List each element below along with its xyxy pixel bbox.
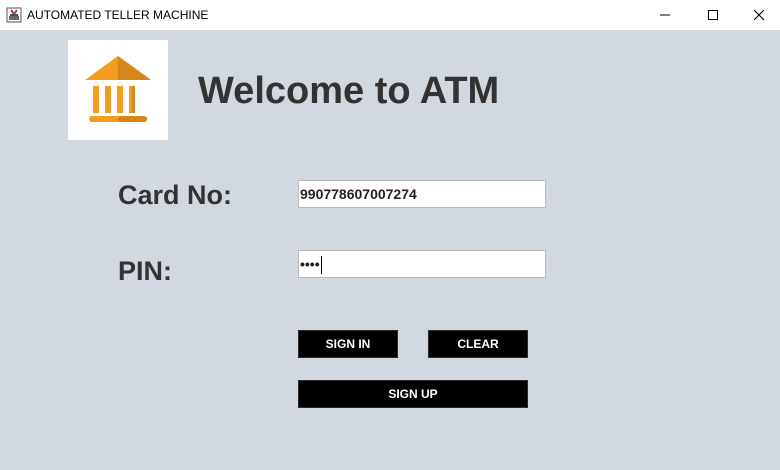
- sign-in-button[interactable]: SIGN IN: [298, 330, 398, 358]
- window-title: AUTOMATED TELLER MACHINE: [27, 8, 209, 22]
- maximize-icon: [708, 10, 718, 20]
- java-app-icon: [6, 7, 22, 23]
- title-bar: AUTOMATED TELLER MACHINE: [0, 0, 780, 30]
- card-number-input[interactable]: 990778607007274: [298, 180, 546, 208]
- minimize-icon: [660, 14, 670, 16]
- page-title: Welcome to ATM: [198, 70, 500, 112]
- pin-masked-value: ••••: [300, 256, 320, 272]
- maximize-button[interactable]: [690, 0, 736, 30]
- close-icon: [753, 9, 765, 21]
- minimize-button[interactable]: [642, 0, 688, 30]
- sign-up-button[interactable]: SIGN UP: [298, 380, 528, 408]
- text-caret: [320, 256, 322, 275]
- clear-button[interactable]: CLEAR: [428, 330, 528, 358]
- bank-icon: [85, 56, 151, 122]
- pin-input[interactable]: ••••: [298, 250, 546, 278]
- card-number-label: Card No:: [118, 180, 232, 210]
- card-number-value: 990778607007274: [300, 186, 417, 202]
- pin-label: PIN:: [118, 256, 172, 286]
- close-button[interactable]: [736, 0, 780, 30]
- bank-logo: [68, 40, 168, 140]
